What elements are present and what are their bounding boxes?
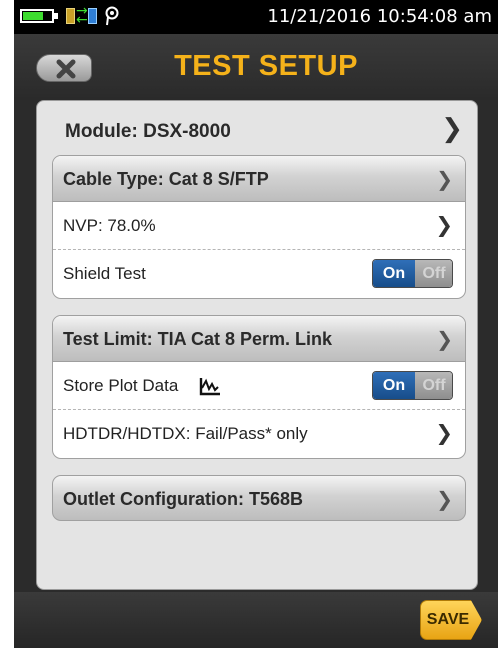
save-button[interactable]: SAVE: [420, 600, 482, 640]
link-status-icon: → ←: [66, 4, 100, 27]
cable-type-header[interactable]: Cable Type: Cat 8 S/FTP ❯: [53, 156, 465, 202]
outlet-configuration-label: Outlet Configuration: T568B: [63, 489, 303, 509]
device-screen: → ← 11/21/2016 10:54:08 am TEST SETUP Mo…: [14, 0, 498, 648]
page-title: TEST SETUP: [174, 50, 358, 82]
status-bar: → ← 11/21/2016 10:54:08 am: [14, 0, 498, 34]
cable-type-group: Cable Type: Cat 8 S/FTP ❯ NVP: 78.0% ❯ S…: [52, 155, 466, 299]
header: TEST SETUP: [14, 34, 498, 100]
toggle-off-option[interactable]: Off: [415, 372, 452, 399]
chevron-right-icon: ❯: [441, 114, 463, 144]
shield-test-row: Shield Test On Off: [53, 250, 465, 298]
battery-tip: [54, 13, 58, 19]
settings-panel: Module: DSX-8000 ❯ Cable Type: Cat 8 S/F…: [36, 100, 478, 590]
toggle-on-option[interactable]: On: [373, 260, 415, 287]
battery-icon: [20, 9, 54, 23]
chevron-right-icon: ❯: [436, 167, 453, 191]
test-limit-header[interactable]: Test Limit: TIA Cat 8 Perm. Link ❯: [53, 316, 465, 362]
clock: 11/21/2016 10:54:08 am: [267, 6, 492, 27]
location-pin-icon: [105, 6, 119, 26]
module-row[interactable]: Module: DSX-8000 ❯: [37, 101, 477, 155]
chevron-right-icon: ❯: [436, 487, 453, 511]
toggle-on-option[interactable]: On: [373, 372, 415, 399]
bottom-bar: SAVE: [14, 592, 498, 648]
cable-type-label: Cable Type: Cat 8 S/FTP: [63, 169, 269, 189]
store-plot-label: Store Plot Data: [63, 376, 179, 395]
nvp-label: NVP: 78.0%: [63, 216, 156, 235]
test-limit-group: Test Limit: TIA Cat 8 Perm. Link ❯ Store…: [52, 315, 466, 459]
hdtdr-row[interactable]: HDTDR/HDTDX: Fail/Pass* only ❯: [53, 410, 465, 458]
module-label: Module: DSX-8000: [65, 121, 231, 142]
store-plot-row: Store Plot Data On Off: [53, 362, 465, 410]
outlet-configuration-row[interactable]: Outlet Configuration: T568B ❯: [52, 475, 466, 521]
chevron-right-icon: ❯: [435, 213, 453, 237]
plot-graph-icon: [199, 378, 220, 396]
nvp-row[interactable]: NVP: 78.0% ❯: [53, 202, 465, 250]
store-plot-toggle[interactable]: On Off: [372, 371, 453, 400]
hdtdr-label: HDTDR/HDTDX: Fail/Pass* only: [63, 424, 308, 443]
chevron-right-icon: ❯: [436, 327, 453, 351]
chevron-right-icon: ❯: [435, 421, 453, 445]
test-limit-label: Test Limit: TIA Cat 8 Perm. Link: [63, 329, 333, 349]
toggle-off-option[interactable]: Off: [415, 260, 452, 287]
shield-test-label: Shield Test: [63, 264, 146, 283]
shield-test-toggle[interactable]: On Off: [372, 259, 453, 288]
